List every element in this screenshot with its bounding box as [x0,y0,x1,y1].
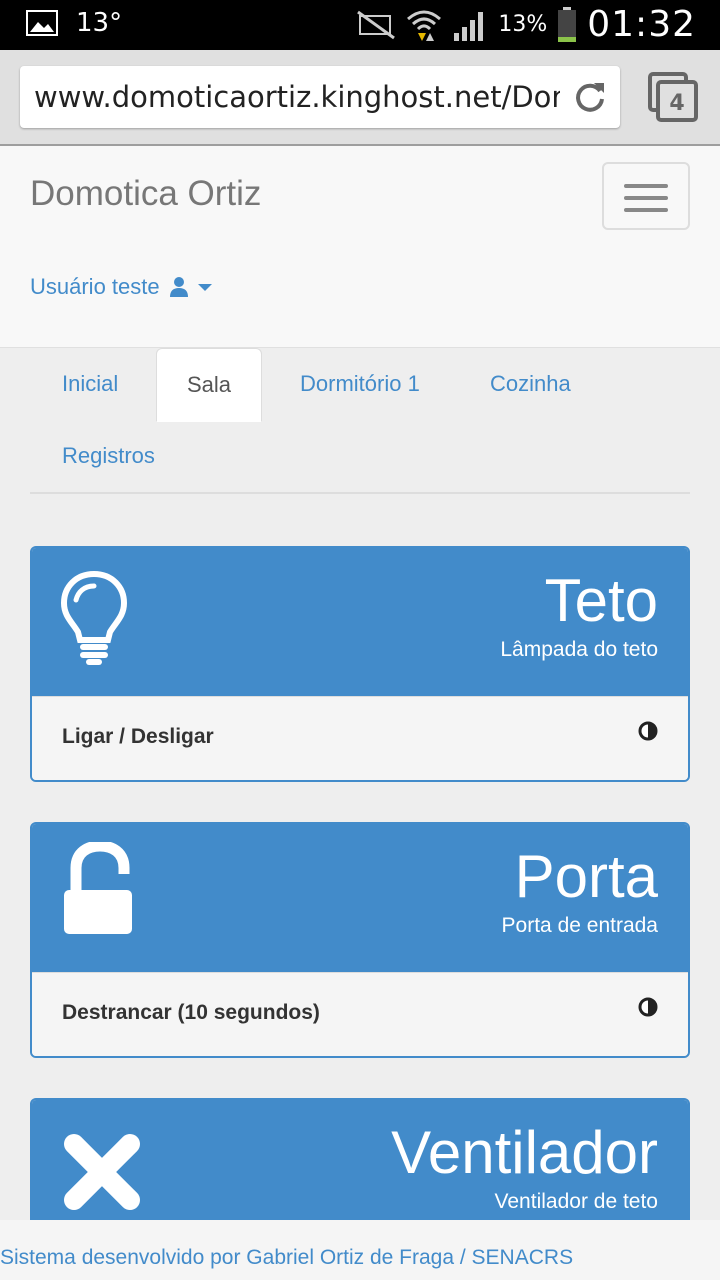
battery-icon [558,6,577,42]
hamburger-bar [624,184,668,188]
tabs-button[interactable]: 4 [648,72,698,122]
signal-icon [454,11,484,41]
tabs-icon: 4 [648,72,698,122]
status-bar: 13° 13% 01:32 [0,0,720,50]
device-subtitle: Lâmpada do teto [500,638,658,661]
footer-credit-link[interactable]: Sistema desenvolvido por Gabriel Ortiz d… [0,1246,573,1270]
user-icon [169,277,188,297]
device-subtitle: Ventilador de teto [494,1190,658,1213]
unlock-icon [64,842,132,934]
user-dropdown[interactable]: Usuário teste [30,274,212,300]
device-title: Teto [544,567,658,634]
tab-count: 4 [669,91,684,116]
navbar: Domotica Ortiz Usuário teste [0,146,720,348]
gallery-icon [26,10,58,36]
clock: 01:32 [587,4,696,45]
device-title: Ventilador [391,1119,658,1186]
tab-dormitorio-1[interactable]: Dormitório 1 [270,348,450,422]
reload-icon[interactable] [572,79,608,115]
adjust-icon[interactable] [638,721,658,741]
device-title: Porta [514,843,658,910]
device-subtitle: Porta de entrada [501,914,658,937]
browser-toolbar: www.domoticaortiz.kinghost.net/Domo 4 [0,50,720,146]
hamburger-bar [624,196,668,200]
caret-down-icon [197,284,212,291]
temperature: 13° [76,8,123,38]
hamburger-bar [624,208,668,212]
page-footer: Sistema desenvolvido por Gabriel Ortiz d… [0,1220,720,1280]
unlock-door-button[interactable]: Destrancar (10 segundos) [62,1001,320,1025]
toggle-light-button[interactable]: Ligar / Desligar [62,725,214,749]
wifi-icon [407,10,442,41]
remove-icon [64,1134,140,1210]
url-text[interactable]: www.domoticaortiz.kinghost.net/Domo [34,80,560,114]
lightbulb-icon [60,570,128,665]
panel-footer[interactable]: Ligar / Desligar [32,696,688,780]
device-panel-teto: Teto Lâmpada do teto Ligar / Desligar [30,546,690,782]
battery-percent: 13% [498,12,548,37]
room-tabs: Inicial Sala Dormitório 1 Cozinha Regist… [30,348,690,494]
tab-sala[interactable]: Sala [156,348,263,422]
tab-registros[interactable]: Registros [32,420,185,494]
device-panel-porta: Porta Porta de entrada Destrancar (10 se… [30,822,690,1058]
user-name: Usuário teste [30,274,160,299]
tab-cozinha[interactable]: Cozinha [460,348,601,422]
panel-heading: Porta Porta de entrada [32,824,688,972]
tab-inicial[interactable]: Inicial [32,348,148,422]
menu-toggle-button[interactable] [602,162,690,230]
panel-heading: Teto Lâmpada do teto [32,548,688,696]
panel-footer[interactable]: Destrancar (10 segundos) [32,972,688,1056]
mute-icon [357,10,396,39]
adjust-icon[interactable] [638,997,658,1017]
brand[interactable]: Domotica Ortiz [30,174,261,214]
url-bar[interactable]: www.domoticaortiz.kinghost.net/Domo [20,66,620,128]
